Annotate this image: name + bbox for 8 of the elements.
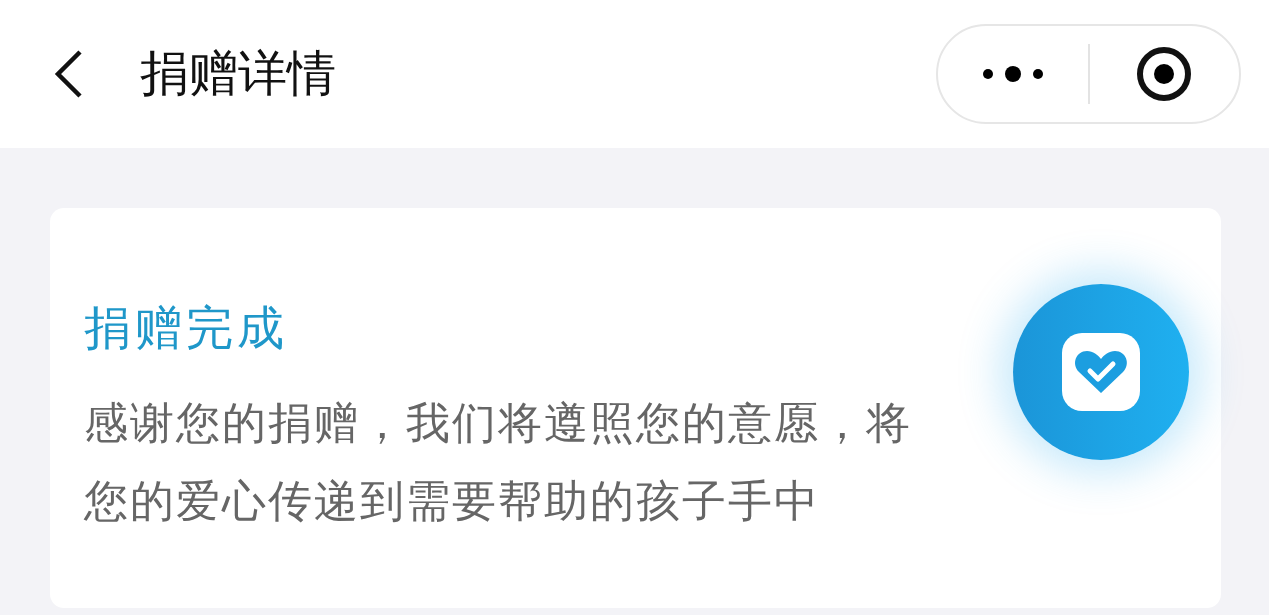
thank-you-message: 感谢您的捐赠，我们将遵照您的意愿，将您的爱心传递到需要帮助的孩子手中 bbox=[84, 396, 913, 528]
close-button[interactable] bbox=[1135, 45, 1194, 103]
page-title: 捐赠详情 bbox=[140, 44, 337, 104]
status-title: 捐赠完成 bbox=[84, 299, 289, 357]
target-icon bbox=[1135, 45, 1194, 103]
more-icon bbox=[981, 64, 1044, 84]
heart-check-icon bbox=[1062, 333, 1140, 411]
more-button[interactable] bbox=[981, 64, 1044, 84]
